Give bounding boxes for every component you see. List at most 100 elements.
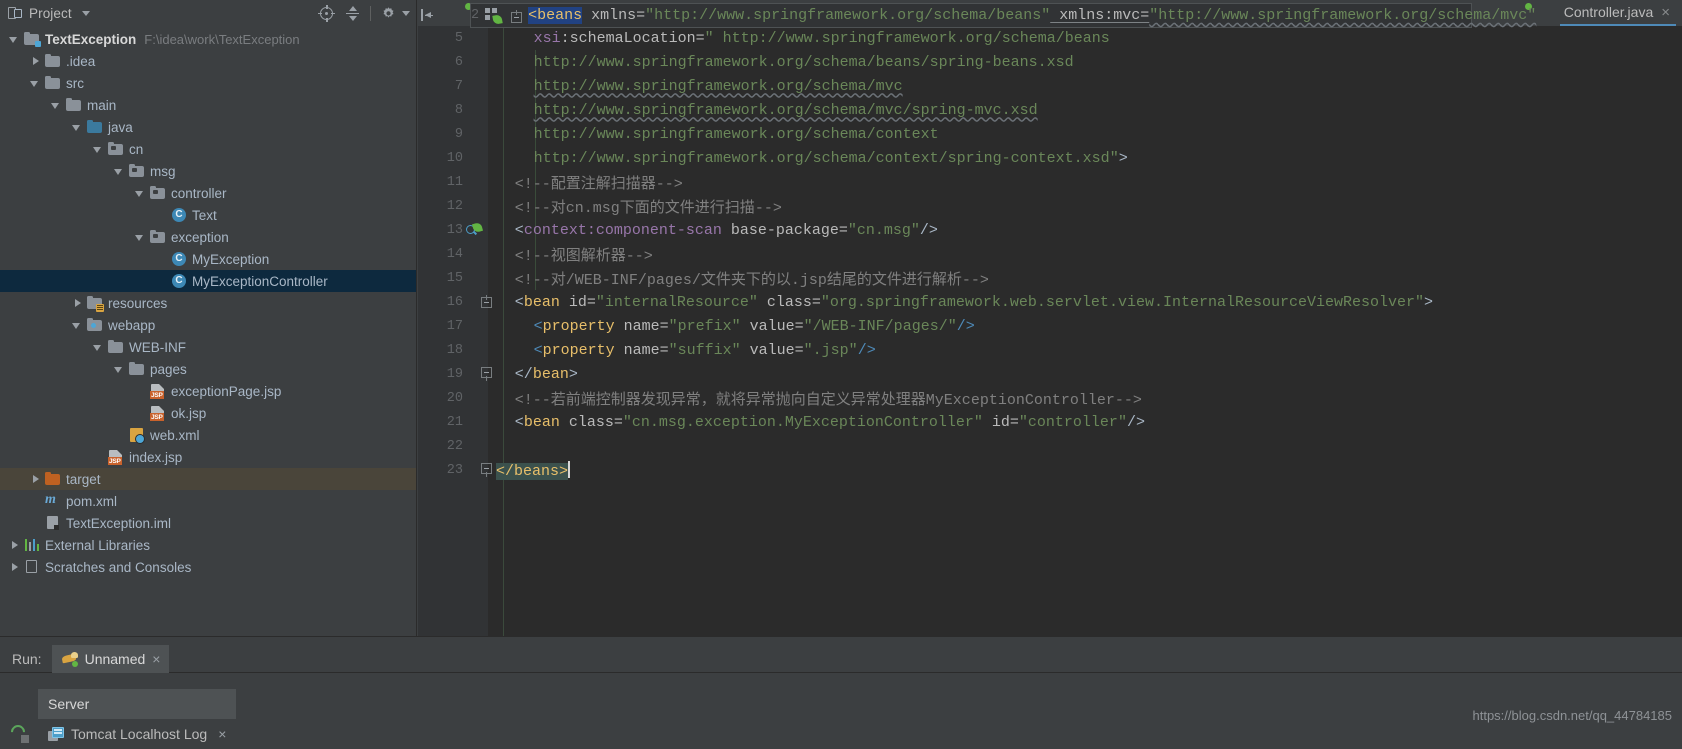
line-number: 20: [446, 390, 463, 406]
tree-node-resources[interactable]: resources: [0, 292, 416, 314]
tree-node-controller[interactable]: controller: [0, 182, 416, 204]
tree-node-ok-jsp[interactable]: JSP ok.jsp: [0, 402, 416, 424]
code-line-11[interactable]: 11 <!--配置注解扫描器-->: [418, 170, 1682, 194]
tree-node--idea[interactable]: .idea: [0, 50, 416, 72]
tree-node-web-inf[interactable]: WEB-INF: [0, 336, 416, 358]
chevron-down-icon[interactable]: [113, 165, 126, 178]
code-line-22[interactable]: 22: [418, 434, 1682, 458]
code-line-5[interactable]: 5 xsi:schemaLocation=" http://www.springf…: [418, 26, 1682, 50]
tree-node-target[interactable]: target: [0, 468, 416, 490]
tree-node-myexceptioncontroller[interactable]: MyExceptionController: [0, 270, 416, 292]
collapse-all-icon[interactable]: [344, 5, 361, 22]
fold-close-icon[interactable]: [480, 367, 494, 381]
code-line-10[interactable]: 10 http://www.springframework.org/schema/…: [418, 146, 1682, 170]
chevron-down-icon[interactable]: [71, 121, 84, 134]
chevron-down-icon[interactable]: [134, 187, 147, 200]
fold-handle-icon[interactable]: [510, 9, 524, 23]
code-line-text: <bean id="internalResource" class="org.s…: [496, 294, 1433, 311]
chevron-down-icon[interactable]: [92, 341, 105, 354]
gear-dropdown-chevron-icon[interactable]: [402, 10, 410, 16]
chevron-down-icon[interactable]: [29, 77, 42, 90]
chevron-down-icon[interactable]: [92, 143, 105, 156]
tree-node-src[interactable]: src: [0, 72, 416, 94]
chevron-down-icon[interactable]: [71, 319, 84, 332]
run-configuration-tab[interactable]: Unnamed ×: [51, 644, 170, 673]
code-line-8[interactable]: 8 http://www.springframework.org/schema/m…: [418, 98, 1682, 122]
tree-node-label: main: [87, 97, 117, 113]
code-token: >: [568, 365, 578, 383]
sticky-value-xmlns: "http://www.springframework.org/schema/b…: [645, 7, 1051, 24]
code-token: "controller": [1018, 413, 1127, 431]
code-line-text: http://www.springframework.org/schema/co…: [496, 126, 939, 143]
tree-node-text[interactable]: Text: [0, 204, 416, 226]
project-file-tree[interactable]: TextException F:\idea\work\TextException.…: [0, 26, 416, 637]
spring-scan-icon[interactable]: [466, 221, 484, 238]
chevron-right-icon[interactable]: [29, 473, 42, 486]
console-tab-tomcat-localhost-log[interactable]: Tomcat Localhost Log ×: [38, 719, 236, 749]
tree-node-pom-xml[interactable]: m pom.xml: [0, 490, 416, 512]
project-title-group[interactable]: Project: [8, 6, 90, 21]
chevron-down-icon[interactable]: [81, 10, 90, 16]
tree-node-webapp[interactable]: webapp: [0, 314, 416, 336]
code-line-12[interactable]: 12 <!--对cn.msg下面的文件进行扫描-->: [418, 194, 1682, 218]
tree-node-web-xml[interactable]: web.xml: [0, 424, 416, 446]
chevron-down-icon[interactable]: [113, 363, 126, 376]
tree-node-textexception[interactable]: TextException F:\idea\work\TextException: [0, 28, 416, 50]
rerun-icon[interactable]: [8, 722, 30, 744]
tree-node-cn[interactable]: cn: [0, 138, 416, 160]
tree-node-label: controller: [171, 185, 227, 201]
tree-node-exception[interactable]: exception: [0, 226, 416, 248]
chevron-right-icon[interactable]: [71, 297, 84, 310]
code-line-23[interactable]: 23 </beans>: [418, 458, 1682, 482]
console-tab-server[interactable]: Server: [38, 689, 237, 719]
tree-node-myexception[interactable]: MyException: [0, 248, 416, 270]
tree-node-main[interactable]: main: [0, 94, 416, 116]
code-line-17[interactable]: 17 <property name="prefix" value="/WEB-IN…: [418, 314, 1682, 338]
close-icon[interactable]: ×: [218, 726, 226, 742]
tree-node-exceptionpage-jsp[interactable]: JSP exceptionPage.jsp: [0, 380, 416, 402]
chevron-right-icon[interactable]: [8, 561, 21, 574]
collapse-sidebar-icon[interactable]: [421, 9, 435, 21]
settings-gear-icon[interactable]: [380, 5, 397, 22]
fold-open-icon[interactable]: [480, 295, 494, 309]
chevron-down-icon[interactable]: [8, 33, 21, 46]
package-icon: [129, 163, 145, 179]
tree-node-java[interactable]: java: [0, 116, 416, 138]
tree-node-index-jsp[interactable]: JSP index.jsp: [0, 446, 416, 468]
fold-close-icon[interactable]: [480, 463, 494, 477]
tree-node-external-libraries[interactable]: External Libraries: [0, 534, 416, 556]
editor-tab-controller-java[interactable]: Controller.java ×: [1559, 0, 1676, 26]
tree-node-msg[interactable]: msg: [0, 160, 416, 182]
tree-node-pages[interactable]: pages: [0, 358, 416, 380]
tree-node-textexception-iml[interactable]: TextException.iml: [0, 512, 416, 534]
code-line-13[interactable]: 13 <context:component-scan base-package="…: [418, 218, 1682, 242]
chevron-right-icon[interactable]: [8, 539, 21, 552]
code-line-7[interactable]: 7 http://www.springframework.org/schema/m…: [418, 74, 1682, 98]
code-line-20[interactable]: 20 <!--若前端控制器发现异常，就将异常抛向自定义异常处理器MyExcepti…: [418, 386, 1682, 410]
code-line-text: <!--视图解析器-->: [496, 244, 653, 265]
code-line-18[interactable]: 18 <property name="suffix" value=".jsp"/>: [418, 338, 1682, 362]
line-number: 12: [446, 198, 463, 214]
spring-bean-icon[interactable]: [484, 7, 503, 25]
chevron-down-icon[interactable]: [134, 231, 147, 244]
editor-code-area[interactable]: 5 xsi:schemaLocation=" http://www.springf…: [418, 26, 1682, 637]
code-line-14[interactable]: 14 <!--视图解析器-->: [418, 242, 1682, 266]
select-opened-file-icon[interactable]: [318, 4, 335, 22]
code-line-9[interactable]: 9 http://www.springframework.org/schema/c…: [418, 122, 1682, 146]
code-line-6[interactable]: 6 http://www.springframework.org/schema/b…: [418, 50, 1682, 74]
code-line-15[interactable]: 15 <!--对/WEB-INF/pages/文件夹下的以.jsp结尾的文件进行解…: [418, 266, 1682, 290]
chevron-right-icon[interactable]: [29, 55, 42, 68]
code-token: value=: [740, 317, 804, 335]
sticky-lines-header[interactable]: 2 <beans xmlns= "http://www.springframew…: [470, 3, 1536, 28]
code-line-19[interactable]: 19 </bean>: [418, 362, 1682, 386]
code-token: class=: [559, 413, 623, 431]
close-icon[interactable]: ×: [1661, 5, 1670, 20]
code-line-16[interactable]: 16 <bean id="internalResource" class="org…: [418, 290, 1682, 314]
close-icon[interactable]: ×: [152, 651, 160, 667]
code-token: bean: [532, 365, 569, 383]
tree-node-scratches-and-consoles[interactable]: Scratches and Consoles: [0, 556, 416, 578]
code-line-21[interactable]: 21 <bean class="cn.msg.exception.MyExcept…: [418, 410, 1682, 434]
chevron-down-icon[interactable]: [50, 99, 63, 112]
